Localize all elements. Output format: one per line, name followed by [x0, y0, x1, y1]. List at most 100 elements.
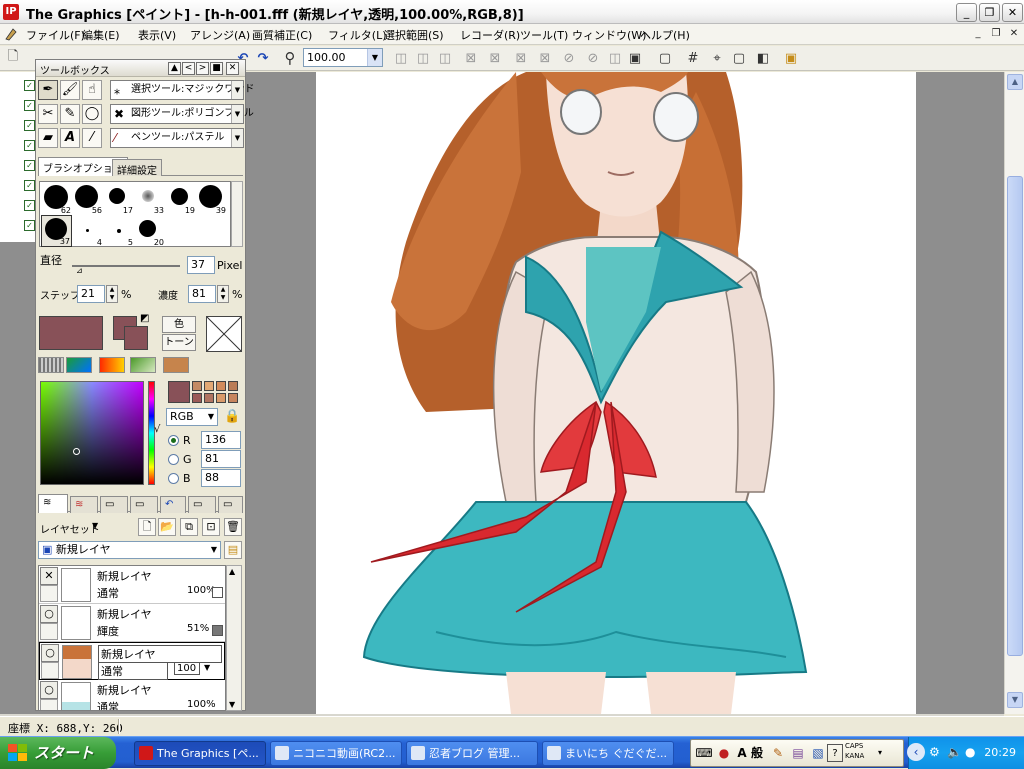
mdi-minimize-button[interactable]: _ — [970, 27, 986, 41]
mdi-close-button[interactable]: ✕ — [1006, 27, 1022, 41]
tab-channels-icon[interactable]: ≋ — [70, 496, 98, 513]
palette-collapse-button[interactable]: ▲ — [168, 62, 181, 75]
brush-preset[interactable]: 33 — [134, 183, 165, 215]
tree-checkbox[interactable]: ✓ — [24, 220, 35, 231]
diameter-slider[interactable] — [72, 265, 180, 267]
visibility-toggle[interactable]: ○ — [41, 644, 59, 662]
tools-icon[interactable]: ✎ — [769, 744, 787, 762]
drawing-canvas[interactable] — [316, 72, 916, 714]
pastel-tool-icon[interactable]: ⁄ — [82, 128, 102, 148]
layer-mask-swatch[interactable] — [212, 625, 223, 636]
close-button[interactable]: ✕ — [1002, 3, 1023, 22]
chevron-down-icon[interactable]: ▼ — [231, 105, 243, 123]
tab-detail-settings[interactable]: 詳細設定 — [112, 159, 162, 177]
radio-g[interactable] — [168, 454, 179, 465]
palette-swatch[interactable] — [216, 393, 226, 403]
layer-blend-select[interactable]: 通常 — [98, 662, 168, 680]
tab-navigator-icon[interactable]: ▭ — [100, 496, 128, 513]
zoom-dropdown-icon[interactable]: ▼ — [367, 49, 382, 66]
color-tab-grid[interactable] — [38, 357, 64, 373]
step-field[interactable]: 21 — [77, 285, 105, 303]
color-model-select[interactable]: RGB ▼ — [166, 408, 218, 426]
brush-preset[interactable]: 4 — [72, 215, 103, 247]
scroll-down-icon[interactable]: ▼ — [229, 700, 235, 709]
slider-handle-icon[interactable]: ⊿ — [76, 266, 83, 275]
canvas-frame-icon[interactable]: ▢ — [656, 49, 674, 67]
menu-filter[interactable]: フィルタ(L) — [328, 27, 387, 43]
brush-preset[interactable]: 19 — [165, 183, 196, 215]
vertical-scrollbar[interactable]: ▲ ▼ — [1004, 72, 1024, 714]
tab-window-icon[interactable]: ▭ — [218, 496, 243, 513]
image-browser-icon[interactable]: ▣ — [782, 49, 800, 67]
hue-handle-icon[interactable]: √ — [154, 424, 160, 435]
tab-layers-icon[interactable]: ≋ — [38, 494, 68, 513]
radio-r[interactable] — [168, 435, 179, 446]
menu-arrange[interactable]: アレンジ(A) — [190, 27, 250, 43]
brush-preset[interactable]: 17 — [103, 183, 134, 215]
task-button[interactable]: まいにち ぐだぐだ... — [542, 741, 674, 766]
zoom-in-icon[interactable]: ◫ — [414, 49, 432, 67]
density-field[interactable]: 81 — [188, 285, 216, 303]
color-picker-field[interactable] — [40, 381, 144, 485]
rotate-left-icon[interactable]: ⊠ — [462, 49, 480, 67]
dictionary-icon[interactable]: ▤ — [789, 744, 807, 762]
flip-v-icon[interactable]: ⊠ — [536, 49, 554, 67]
options-icon[interactable]: ▧ — [809, 744, 827, 762]
network-icon[interactable]: ⚙ — [929, 745, 940, 759]
menu-selection[interactable]: 選択範囲(S) — [384, 27, 444, 43]
eraser-tool-icon[interactable]: ▰ — [38, 128, 58, 148]
palette-menu-button[interactable]: ■ — [210, 62, 223, 75]
menu-window[interactable]: ウィンドウ(W) — [572, 27, 646, 43]
visibility-toggle[interactable]: ○ — [40, 605, 58, 623]
brush-preset[interactable]: 39 — [196, 183, 227, 215]
lock-toggle[interactable] — [40, 585, 58, 602]
swap-colors-icon[interactable]: ◩ — [140, 313, 149, 324]
palette-close-button[interactable]: ✕ — [226, 62, 239, 75]
rotate-right-icon[interactable]: ⊠ — [486, 49, 504, 67]
document-menu-icon[interactable] — [4, 27, 18, 41]
zoom-select[interactable]: 100.00 ▼ — [303, 48, 383, 67]
security-icon[interactable]: ● — [965, 745, 975, 759]
toolbox-title-bar[interactable]: ツールボックス ▲ < > ■ ✕ — [36, 60, 245, 77]
task-button[interactable]: 忍者ブログ 管理... — [406, 741, 538, 766]
color-tab-texture[interactable] — [163, 357, 189, 373]
brush-preset[interactable]: 62 — [41, 183, 72, 215]
palette-prev-button[interactable]: < — [182, 62, 195, 75]
density-stepper[interactable]: ▲ ▼ — [217, 285, 229, 303]
chevron-down-icon[interactable]: ▼ — [92, 521, 98, 530]
task-button[interactable]: The Graphics [ペ... — [134, 741, 266, 766]
brush-preset-selected[interactable]: 37 — [41, 215, 72, 247]
zoom-out-icon[interactable]: ◫ — [436, 49, 454, 67]
input-mode-label[interactable]: A — [735, 744, 749, 762]
tab-history-icon[interactable]: ↶ — [160, 496, 186, 513]
visibility-toggle[interactable]: ○ — [40, 681, 58, 699]
menu-edit[interactable]: 編集(E) — [82, 27, 120, 43]
g-field[interactable]: 81 — [201, 450, 241, 468]
lock-toggle[interactable] — [40, 623, 58, 640]
language-bar-options-icon[interactable]: ▾ — [875, 744, 885, 762]
tree-checkbox[interactable]: ✓ — [24, 100, 35, 111]
diameter-field[interactable]: 37 — [187, 256, 215, 274]
menu-recorder[interactable]: レコーダ(R) — [460, 27, 520, 43]
tool-option-select[interactable]: ⁎ 選択ツール:マジックワンド ▼ — [110, 80, 254, 100]
tree-checkbox[interactable]: ✓ — [24, 120, 35, 131]
split-view-icon[interactable]: ◧ — [754, 49, 772, 67]
help-icon[interactable]: ? — [827, 744, 843, 762]
copy-layer-icon[interactable]: ⧉ — [180, 518, 198, 536]
tool-option-pen[interactable]: ⁄ ペンツール:パステル ▼ — [110, 128, 244, 148]
tab-materials-icon[interactable]: ▭ — [130, 496, 158, 513]
brush-tool-icon[interactable]: 🖌 — [60, 80, 80, 100]
color-mode-button[interactable]: 色 — [162, 316, 196, 333]
visibility-toggle[interactable]: ✕ — [40, 567, 58, 585]
color-tab-pattern[interactable] — [130, 357, 156, 373]
menu-image-correction[interactable]: 画質補正(C) — [252, 27, 312, 43]
layer-props-icon[interactable]: ⊡ — [202, 518, 220, 536]
current-layer-select[interactable]: ▣ 新規レイヤ ▼ — [38, 541, 221, 559]
task-button[interactable]: ニコニコ動画(RC2... — [270, 741, 402, 766]
palette-swatch[interactable] — [192, 393, 202, 403]
scroll-up-icon[interactable]: ▲ — [1007, 74, 1023, 90]
grid-icon[interactable]: # — [684, 49, 702, 67]
chevron-down-icon[interactable]: ▼ — [231, 81, 243, 99]
layer-row[interactable]: ○ 新規レイヤ 通常 100% — [39, 680, 225, 710]
zoom-icon[interactable]: ⚲ — [281, 49, 299, 67]
